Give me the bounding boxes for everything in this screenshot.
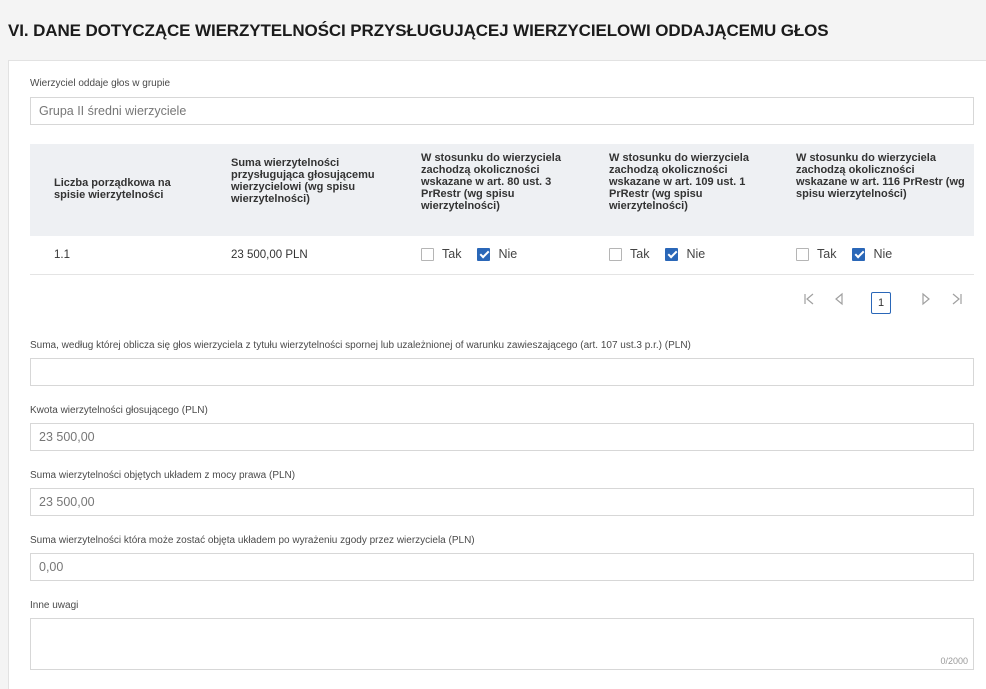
by-consent-sum-input[interactable] — [30, 553, 974, 581]
art80-tak-checkbox[interactable] — [421, 247, 434, 261]
art109-tak-checkbox[interactable] — [609, 247, 622, 261]
remarks-counter: 0/2000 — [940, 656, 968, 666]
col-header-art116: W stosunku do wierzyciela zachodzą okoli… — [796, 152, 965, 200]
remarks-label: Inne uwagi — [30, 600, 79, 611]
art116-options: Tak Nie — [796, 247, 908, 261]
art80-options: Tak Nie — [421, 247, 533, 261]
voter-amount-label: Kwota wierzytelności głosującego (PLN) — [30, 405, 208, 416]
table-row: 1.1 23 500,00 PLN Tak Nie Tak Nie Tak Ni… — [30, 236, 974, 275]
col-header-amount: Suma wierzytelności przysługująca głosuj… — [231, 157, 375, 205]
next-page-icon[interactable] — [917, 292, 935, 312]
art80-nie-checkbox[interactable] — [477, 247, 491, 261]
art116-nie-label: Nie — [873, 247, 893, 261]
art116-nie-checkbox[interactable] — [852, 247, 866, 261]
by-consent-sum-label: Suma wierzytelności która może zostać ob… — [30, 535, 475, 546]
group-label: Wierzyciel oddaje głos w grupie — [30, 78, 171, 89]
prev-page-icon[interactable] — [830, 292, 848, 312]
by-law-sum-label: Suma wierzytelności objętych układem z m… — [30, 470, 296, 481]
group-input[interactable] — [30, 97, 974, 125]
row-number: 1.1 — [54, 249, 70, 261]
col-header-art109: W stosunku do wierzyciela zachodzą okoli… — [609, 152, 749, 212]
disputed-sum-label: Suma, według której oblicza się głos wie… — [30, 340, 691, 351]
art109-options: Tak Nie — [609, 247, 721, 261]
section-title: VI. DANE DOTYCZĄCE WIERZYTELNOŚCI PRZYSŁ… — [8, 21, 829, 40]
art80-tak-label: Tak — [442, 247, 462, 261]
col-header-number: Liczba porządkowa na spisie wierzytelnoś… — [54, 177, 171, 201]
art109-nie-checkbox[interactable] — [665, 247, 679, 261]
by-law-sum-input[interactable] — [30, 488, 974, 516]
claims-table-header: Liczba porządkowa na spisie wierzytelnoś… — [30, 144, 974, 236]
remarks-textarea[interactable] — [30, 618, 974, 670]
last-page-icon[interactable] — [948, 292, 966, 312]
current-page[interactable]: 1 — [871, 292, 891, 314]
art109-tak-label: Tak — [630, 247, 650, 261]
voter-amount-input[interactable] — [30, 423, 974, 451]
first-page-icon[interactable] — [800, 292, 818, 312]
disputed-sum-input[interactable] — [30, 358, 974, 386]
art80-nie-label: Nie — [498, 247, 518, 261]
row-amount: 23 500,00 PLN — [231, 249, 308, 261]
art116-tak-checkbox[interactable] — [796, 247, 809, 261]
art116-tak-label: Tak — [817, 247, 837, 261]
col-header-art80: W stosunku do wierzyciela zachodzą okoli… — [421, 152, 561, 212]
art109-nie-label: Nie — [686, 247, 706, 261]
